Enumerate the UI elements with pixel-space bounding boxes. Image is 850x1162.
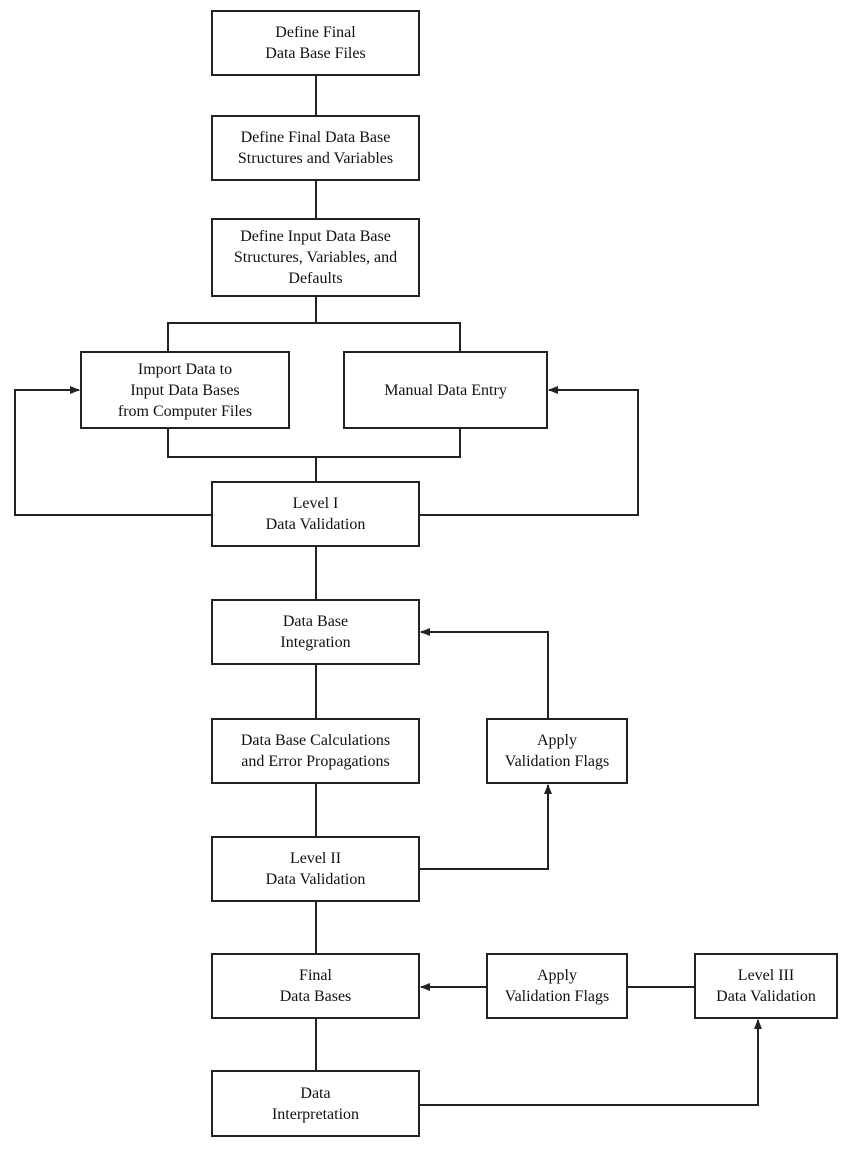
node-label: Apply Validation Flags <box>504 967 610 1005</box>
node-label: Final Data Bases <box>279 967 352 1005</box>
node-level2-validation: Level II Data Validation <box>211 836 420 902</box>
node-label: Apply Validation Flags <box>504 732 610 770</box>
node-label: Level III Data Validation <box>716 967 816 1005</box>
flags-to-integration-arrow <box>420 628 549 718</box>
node-final-bases: Final Data Bases <box>211 953 420 1019</box>
node-label: Define Final Data Base Structures and Va… <box>237 129 394 167</box>
node-calculations: Data Base Calculations and Error Propaga… <box>211 718 420 784</box>
interpretation-to-level3-arrow <box>420 1019 762 1106</box>
connector-join <box>167 429 461 458</box>
connector-split <box>167 322 461 351</box>
node-label: Data Base Integration <box>280 613 351 651</box>
node-apply-flags-1: Apply Validation Flags <box>486 718 628 784</box>
node-define-input-structures: Define Input Data Base Structures, Varia… <box>211 218 420 297</box>
node-level1-validation: Level I Data Validation <box>211 481 420 547</box>
node-label: Manual Data Entry <box>384 381 507 399</box>
node-apply-flags-2: Apply Validation Flags <box>486 953 628 1019</box>
node-import-data: Import Data to Input Data Bases from Com… <box>80 351 290 429</box>
node-define-final-structures: Define Final Data Base Structures and Va… <box>211 115 420 181</box>
node-define-final-files: Define Final Data Base Files <box>211 10 420 76</box>
node-manual-entry: Manual Data Entry <box>343 351 548 429</box>
level2-to-flags-arrow <box>420 784 552 870</box>
node-label: Data Interpretation <box>271 1084 360 1123</box>
node-integration: Data Base Integration <box>211 599 420 665</box>
node-label: Level II Data Validation <box>265 850 366 888</box>
node-label: Define Input Data Base Structures, Varia… <box>233 228 398 287</box>
node-label: Import Data to Input Data Bases from Com… <box>117 360 253 420</box>
node-interpretation: Data Interpretation <box>211 1070 420 1137</box>
node-level3-validation: Level III Data Validation <box>694 953 838 1019</box>
node-label: Define Final Data Base Files <box>265 24 366 62</box>
node-label: Level I Data Validation <box>265 495 366 533</box>
node-label: Data Base Calculations and Error Propaga… <box>240 732 391 770</box>
